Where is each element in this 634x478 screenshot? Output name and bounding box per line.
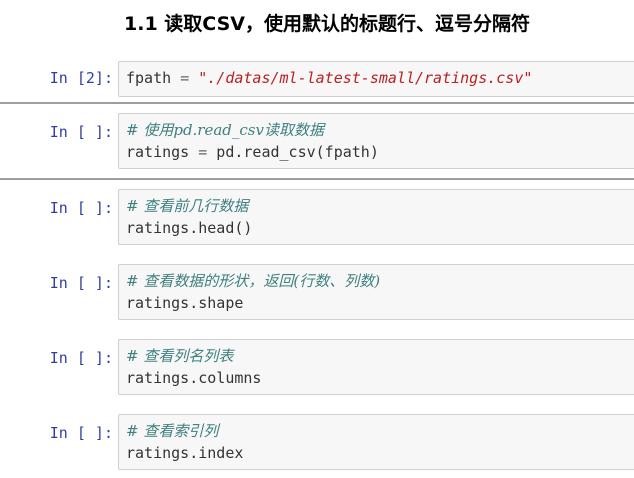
code-input[interactable]: # 查看索引列 ratings.index <box>118 414 634 470</box>
code-token-plain: ratings <box>126 143 199 161</box>
code-comment-line: # 查看前几行数据 <box>126 195 634 217</box>
code-token-comment: # 使用pd.read_csv读取数据 <box>126 121 324 139</box>
code-cell-1[interactable]: In [2]: fpath = "./datas/ml-latest-small… <box>0 61 634 97</box>
code-line: ratings.head() <box>126 217 634 239</box>
code-token-plain: ratings.shape <box>126 294 244 312</box>
code-token-str: "./datas/ml-latest-small/ratings.csv" <box>198 69 533 87</box>
code-token-comment: # 查看前几行数据 <box>126 197 249 215</box>
notebook-page: 1.1 读取CSV，使用默认的标题行、逗号分隔符 In [2]: fpath =… <box>0 0 634 478</box>
code-comment-line: # 使用pd.read_csv读取数据 <box>126 119 634 141</box>
code-input[interactable]: # 查看数据的形状，返回(行数、列数) ratings.shape <box>118 264 634 320</box>
cell-prompt: In [ ]: <box>49 123 113 141</box>
code-comment-line: # 查看列名列表 <box>126 345 634 367</box>
code-token-comment: # 查看数据的形状，返回(行数、列数) <box>126 272 381 290</box>
code-comment-line: # 查看索引列 <box>126 420 634 442</box>
cell-prompt: In [2]: <box>49 69 113 87</box>
cell-divider <box>0 102 634 104</box>
code-token-op: = <box>198 143 208 161</box>
code-token-plain: ratings.head() <box>126 219 253 237</box>
section-heading: 1.1 读取CSV，使用默认的标题行、逗号分隔符 <box>124 13 530 35</box>
code-cell-5[interactable]: In [ ]: # 查看列名列表 ratings.columns <box>0 339 634 395</box>
code-line: ratings = pd.read_csv(fpath) <box>126 141 634 163</box>
code-line: fpath = "./datas/ml-latest-small/ratings… <box>126 67 634 89</box>
code-cell-3[interactable]: In [ ]: # 查看前几行数据 ratings.head() <box>0 189 634 245</box>
code-token-comment: # 查看索引列 <box>126 422 219 440</box>
cell-prompt: In [ ]: <box>49 349 113 367</box>
code-token-plain: ratings.columns <box>126 369 262 387</box>
code-cell-6[interactable]: In [ ]: # 查看索引列 ratings.index <box>0 414 634 470</box>
code-token-plain: ratings.index <box>126 444 244 462</box>
code-line: ratings.shape <box>126 292 634 314</box>
code-input[interactable]: fpath = "./datas/ml-latest-small/ratings… <box>118 61 634 97</box>
cell-prompt: In [ ]: <box>49 424 113 442</box>
code-line: ratings.index <box>126 442 634 464</box>
cell-divider <box>0 178 634 180</box>
code-line: ratings.columns <box>126 367 634 389</box>
code-token-plain: pd.read_csv(fpath) <box>207 143 379 161</box>
code-token-op: = <box>180 69 190 87</box>
code-token-plain: fpath <box>126 69 181 87</box>
code-cell-2[interactable]: In [ ]: # 使用pd.read_csv读取数据ratings = pd.… <box>0 113 634 169</box>
cell-prompt: In [ ]: <box>49 274 113 292</box>
code-comment-line: # 查看数据的形状，返回(行数、列数) <box>126 270 634 292</box>
code-input[interactable]: # 查看前几行数据 ratings.head() <box>118 189 634 245</box>
code-input[interactable]: # 查看列名列表 ratings.columns <box>118 339 634 395</box>
code-token-comment: # 查看列名列表 <box>126 347 234 365</box>
code-input[interactable]: # 使用pd.read_csv读取数据ratings = pd.read_csv… <box>118 113 634 169</box>
code-cell-4[interactable]: In [ ]: # 查看数据的形状，返回(行数、列数) ratings.shape <box>0 264 634 320</box>
cell-prompt: In [ ]: <box>49 199 113 217</box>
